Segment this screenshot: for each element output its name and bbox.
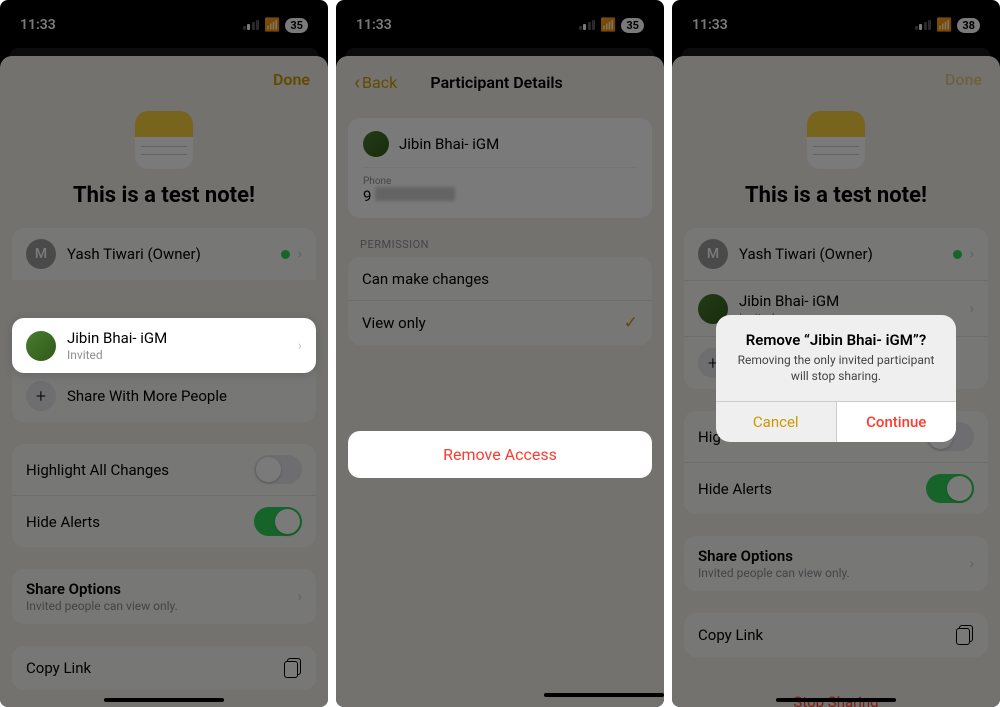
redacted-phone bbox=[375, 187, 455, 201]
share-more-row[interactable]: + Share With More People bbox=[12, 370, 316, 422]
remove-access-button[interactable]: Remove Access bbox=[348, 431, 652, 478]
alert-message: Removing the only invited participant wi… bbox=[730, 353, 942, 384]
screen-share-sheet: 11:33 📶 35 Done This is a test note! M Y… bbox=[0, 0, 328, 707]
participant-invited-row[interactable]: Jibin Bhai- iGM Invited › bbox=[12, 318, 316, 373]
remove-participant-alert: Remove “Jibin Bhai- iGM”? Removing the o… bbox=[716, 315, 956, 441]
permission-section-label: PERMISSION bbox=[360, 238, 640, 251]
participant-status: Invited bbox=[67, 348, 298, 362]
continue-button[interactable]: Continue bbox=[837, 402, 957, 442]
status-bar: 11:33 📶 35 bbox=[0, 0, 328, 40]
chevron-right-icon: › bbox=[298, 338, 302, 354]
online-dot-icon bbox=[281, 250, 290, 259]
phone-value: 9 bbox=[363, 187, 637, 205]
status-time: 11:33 bbox=[356, 17, 392, 33]
participant-name: Jibin Bhai- iGM bbox=[67, 329, 298, 347]
avatar bbox=[363, 131, 389, 157]
note-title: This is a test note! bbox=[0, 183, 328, 208]
share-options-row[interactable]: Share Options Invited people can view on… bbox=[12, 569, 316, 624]
copy-link-row[interactable]: Copy Link bbox=[12, 646, 316, 690]
contact-card: Jibin Bhai- iGM Phone 9 bbox=[348, 118, 652, 218]
alert-title: Remove “Jibin Bhai- iGM”? bbox=[730, 331, 942, 349]
signal-icon bbox=[579, 20, 596, 30]
participant-details-sheet: ‹ Back Participant Details Jibin Bhai- i… bbox=[336, 56, 664, 707]
notes-app-icon bbox=[135, 111, 193, 169]
wifi-icon: 📶 bbox=[600, 18, 616, 33]
done-button[interactable]: Done bbox=[273, 70, 310, 89]
chevron-right-icon: › bbox=[298, 246, 302, 262]
home-indicator[interactable] bbox=[104, 698, 224, 702]
page-title: Participant Details bbox=[430, 73, 562, 92]
permission-edit-row[interactable]: Can make changes bbox=[348, 257, 652, 301]
owner-name: Yash Tiwari (Owner) bbox=[67, 245, 281, 263]
phone-label: Phone bbox=[363, 176, 637, 187]
copy-icon bbox=[282, 658, 302, 678]
toggle-off[interactable] bbox=[254, 455, 302, 484]
permission-view-row[interactable]: View only ✓ bbox=[348, 301, 652, 345]
battery-level: 35 bbox=[285, 18, 308, 33]
status-bar: 11:33 📶 35 bbox=[336, 0, 664, 40]
wifi-icon: 📶 bbox=[264, 18, 280, 33]
cancel-button[interactable]: Cancel bbox=[716, 402, 837, 442]
alert-backdrop: Remove “Jibin Bhai- iGM”? Removing the o… bbox=[672, 0, 1000, 707]
back-button[interactable]: ‹ Back bbox=[354, 70, 397, 94]
avatar bbox=[26, 331, 56, 361]
signal-icon bbox=[243, 20, 260, 30]
battery-level: 35 bbox=[621, 18, 644, 33]
toggle-on[interactable] bbox=[254, 507, 302, 536]
highlight-changes-row[interactable]: Highlight All Changes bbox=[12, 444, 316, 496]
screen-participant-details: 11:33 📶 35 ‹ Back Participant Details bbox=[336, 0, 664, 707]
chevron-right-icon: › bbox=[298, 589, 302, 605]
chevron-left-icon: ‹ bbox=[354, 70, 360, 94]
hide-alerts-row[interactable]: Hide Alerts bbox=[12, 496, 316, 547]
home-indicator[interactable] bbox=[544, 693, 664, 697]
avatar: M bbox=[26, 239, 56, 269]
checkmark-icon: ✓ bbox=[624, 313, 638, 333]
plus-icon: + bbox=[26, 381, 56, 411]
status-time: 11:33 bbox=[20, 17, 56, 33]
screen-remove-confirm: 11:33 📶 38 Done This is a test note! M Y… bbox=[672, 0, 1000, 707]
participant-owner-row[interactable]: M Yash Tiwari (Owner) › bbox=[12, 228, 316, 280]
